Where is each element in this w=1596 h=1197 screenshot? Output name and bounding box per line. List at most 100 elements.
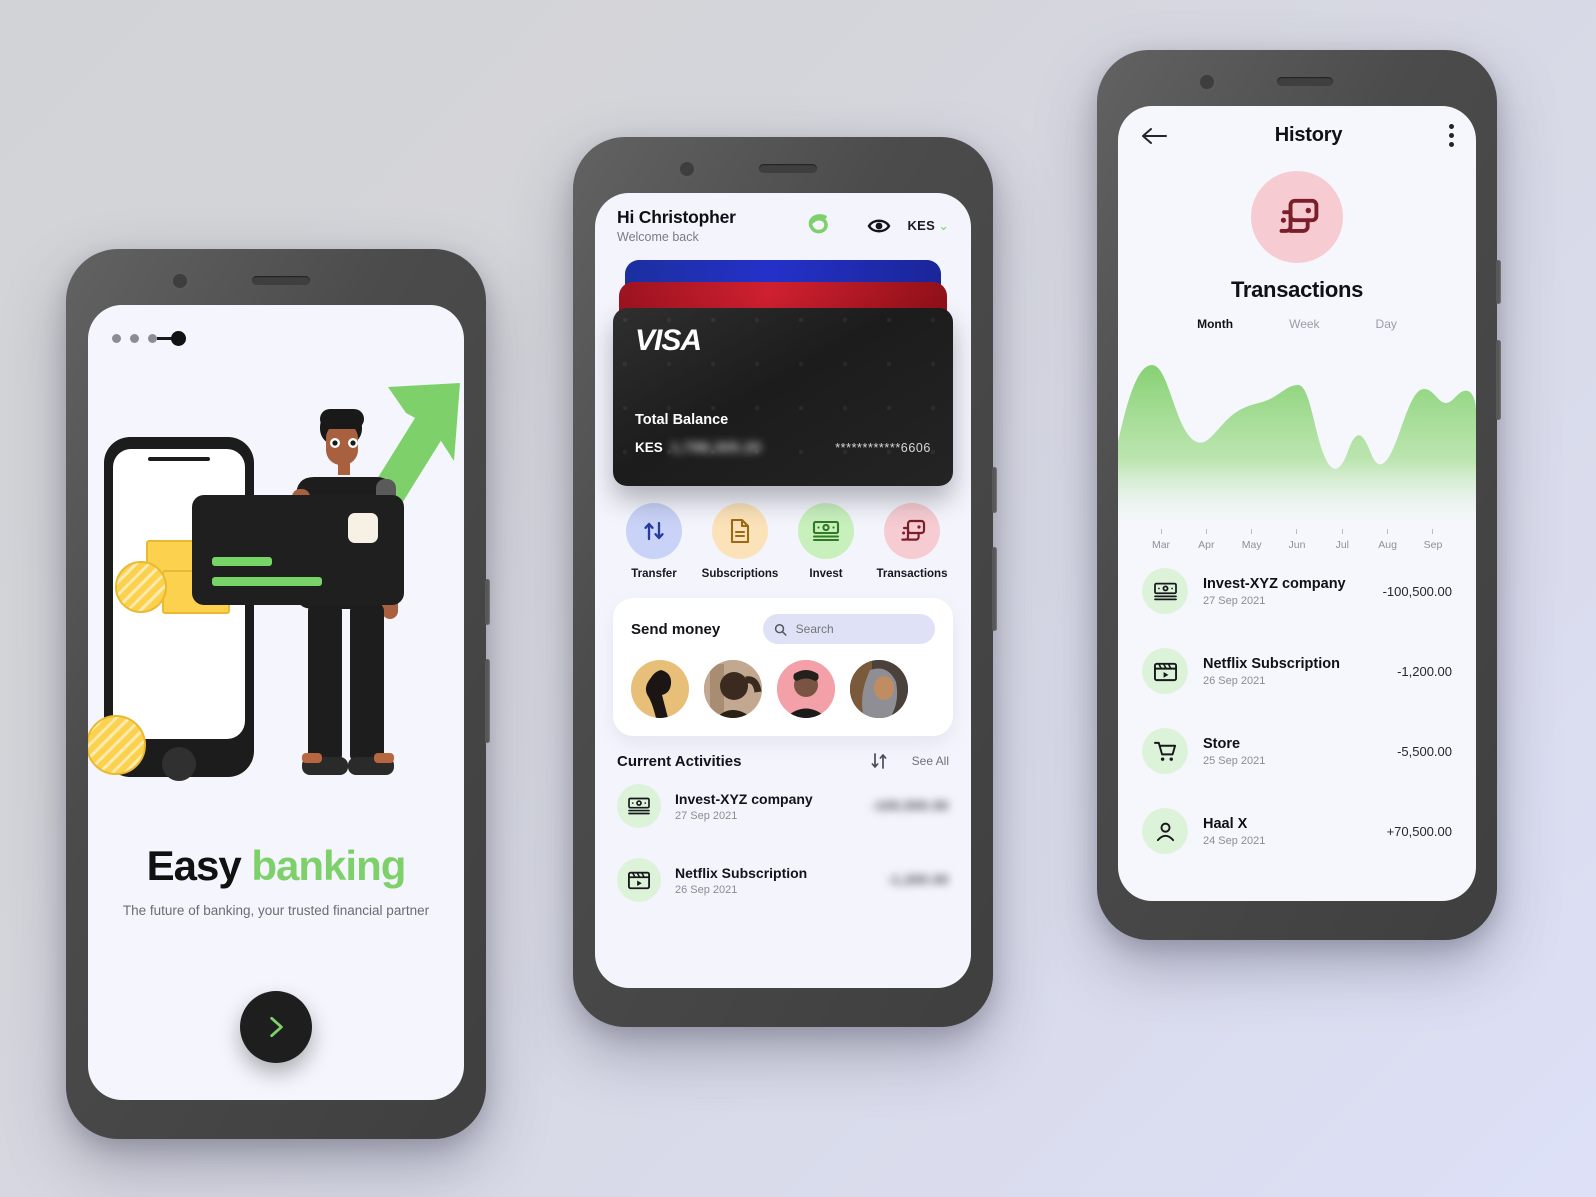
quick-actions: Transfer Subscriptions Invest Transactio… <box>595 485 971 580</box>
banknote-icon <box>617 784 661 828</box>
clapperboard-icon <box>617 858 661 902</box>
page-dot-3[interactable] <box>148 334 157 343</box>
side-button-volume[interactable] <box>1496 340 1501 420</box>
home-screen: Hi Christopher Welcome back KES ⌄ VISA T… <box>595 193 971 988</box>
side-button-volume[interactable] <box>992 547 997 631</box>
banknote-icon <box>1142 568 1188 614</box>
side-button-power[interactable] <box>1496 260 1501 304</box>
arrow-left-icon[interactable] <box>1140 126 1168 146</box>
illustration-credit-card <box>192 495 404 605</box>
send-money-card: Send money <box>613 598 953 736</box>
activity-date: 26 Sep 2021 <box>675 883 738 896</box>
phone-bezel-top <box>66 249 486 305</box>
action-invest[interactable]: Invest <box>787 503 865 580</box>
action-transfer-label: Transfer <box>631 568 677 580</box>
onboarding-illustration <box>88 365 464 795</box>
activity-row[interactable]: Netflix Subscription 26 Sep 2021 -1,200.… <box>595 828 971 902</box>
page-title: History <box>1274 124 1343 146</box>
history-screen: History Transactions Month Week Day Mar … <box>1118 106 1476 901</box>
chevron-down-icon[interactable]: ⌄ <box>938 218 949 234</box>
card-stack[interactable]: VISA Total Balance KES 1,798,305.20 ****… <box>613 260 953 486</box>
activity-amount: -1,200.00 <box>887 873 949 887</box>
card-black-active[interactable]: VISA Total Balance KES 1,798,305.20 ****… <box>613 308 953 486</box>
see-all-link[interactable]: See All <box>912 754 949 768</box>
earpiece-speaker <box>1277 77 1333 86</box>
transaction-date: 27 Sep 2021 <box>1203 594 1266 607</box>
transaction-amount: -1,200.00 <box>1397 663 1452 679</box>
current-activities-header: Current Activities See All <box>595 736 971 770</box>
search-input-wrapper[interactable] <box>763 614 935 644</box>
tab-month[interactable]: Month <box>1197 317 1233 331</box>
avatar-contact-1[interactable] <box>631 660 689 718</box>
activity-date: 27 Sep 2021 <box>675 809 738 822</box>
page-dot-1[interactable] <box>112 334 121 343</box>
total-balance-value: KES 1,798,305.20 <box>635 440 762 455</box>
eye-toggle-icon[interactable] <box>867 217 891 235</box>
avatar-contact-2[interactable] <box>704 660 762 718</box>
action-subscriptions-label: Subscriptions <box>701 568 779 580</box>
page-dot-2[interactable] <box>130 334 139 343</box>
transactions-hero-icon <box>1251 171 1343 263</box>
avatar-contact-4[interactable] <box>850 660 908 718</box>
table-row[interactable]: Haal X 24 Sep 2021 +70,500.00 <box>1118 774 1476 854</box>
arrow-right-icon <box>270 1016 283 1038</box>
card-line-2 <box>212 577 322 586</box>
action-transactions-label: Transactions <box>876 568 948 580</box>
transaction-name: Invest-XYZ company <box>1203 575 1346 592</box>
clapperboard-icon <box>1142 648 1188 694</box>
front-camera-icon <box>170 271 190 291</box>
action-invest-label: Invest <box>809 568 843 580</box>
illustration-phone-speaker <box>148 457 210 461</box>
onboarding-title-block: Easy banking The future of banking, your… <box>88 845 464 919</box>
transaction-date: 24 Sep 2021 <box>1203 834 1266 847</box>
transaction-amount: +70,500.00 <box>1386 823 1452 839</box>
document-icon <box>712 503 768 559</box>
front-camera-icon <box>1197 72 1217 92</box>
illustration-phone-home-button <box>162 747 196 781</box>
history-header: History <box>1118 106 1476 147</box>
tab-day[interactable]: Day <box>1376 317 1397 331</box>
transaction-name: Haal X <box>1203 815 1248 832</box>
action-subscriptions[interactable]: Subscriptions <box>701 503 779 580</box>
activity-amount: -100,500.00 <box>871 799 949 813</box>
welcome-text: Welcome back <box>617 230 699 244</box>
phone-bezel-top <box>1097 50 1497 106</box>
transaction-date: 26 Sep 2021 <box>1203 674 1266 687</box>
more-vertical-icon[interactable] <box>1449 124 1454 147</box>
table-row[interactable]: Store 25 Sep 2021 -5,500.00 <box>1118 694 1476 774</box>
greeting-text: Hi Christopher <box>617 207 736 227</box>
action-transfer[interactable]: Transfer <box>615 503 693 580</box>
cart-icon <box>1142 728 1188 774</box>
send-money-header: Send money <box>631 614 935 644</box>
phone-bezel-top <box>573 137 993 193</box>
search-input[interactable] <box>793 621 924 637</box>
page-indicator[interactable] <box>112 331 186 346</box>
side-button-power[interactable] <box>485 579 490 625</box>
table-row[interactable]: Netflix Subscription 26 Sep 2021 -1,200.… <box>1118 614 1476 694</box>
banknote-icon <box>798 503 854 559</box>
sort-updown-icon[interactable] <box>870 752 890 770</box>
phone-history: History Transactions Month Week Day Mar … <box>1097 50 1501 940</box>
activity-row[interactable]: Invest-XYZ company 27 Sep 2021 -100,500.… <box>595 770 971 828</box>
side-button-volume[interactable] <box>485 659 490 743</box>
balance-amount: 1,798,305.20 <box>670 440 762 455</box>
next-button[interactable] <box>240 991 312 1063</box>
total-balance-label: Total Balance <box>635 412 729 428</box>
balance-currency: KES <box>635 440 663 455</box>
current-activities-title: Current Activities <box>617 752 742 770</box>
transactions-cards-icon <box>884 503 940 559</box>
front-camera-icon <box>677 159 697 179</box>
person-icon <box>1142 808 1188 854</box>
side-button-power[interactable] <box>992 467 997 513</box>
page-subtitle: The future of banking, your trusted fina… <box>122 903 430 918</box>
transactions-area-chart <box>1118 347 1476 537</box>
avatar-contact-3[interactable] <box>777 660 835 718</box>
card-line-1 <box>212 557 272 566</box>
table-row[interactable]: Invest-XYZ company 27 Sep 2021 -100,500.… <box>1118 551 1476 614</box>
page-dot-4-active[interactable] <box>171 331 186 346</box>
tab-week[interactable]: Week <box>1289 317 1319 331</box>
action-transactions[interactable]: Transactions <box>873 503 951 580</box>
currency-label[interactable]: KES <box>907 218 935 233</box>
page-title: Easy banking <box>88 845 464 887</box>
transaction-date: 25 Sep 2021 <box>1203 754 1266 767</box>
